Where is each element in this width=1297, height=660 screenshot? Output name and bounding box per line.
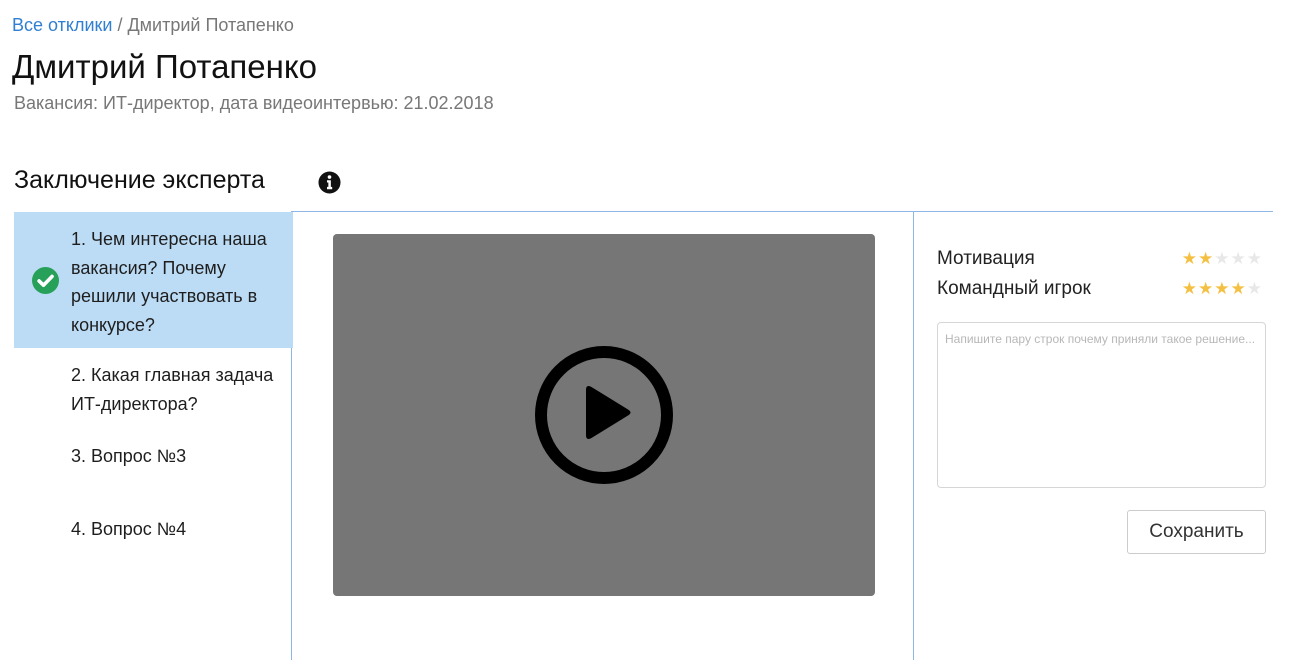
rating-motivation: Мотивация ★ ★ ★ ★ ★	[937, 247, 1262, 271]
star-icon[interactable]: ★	[1198, 279, 1213, 298]
info-circle-icon[interactable]	[318, 171, 341, 194]
question-item-2[interactable]: 2. Какая главная задача ИТ-директора?	[14, 348, 293, 420]
content-divider-top	[291, 211, 1273, 212]
star-icon[interactable]: ★	[1214, 249, 1229, 268]
star-icon[interactable]: ★	[1231, 249, 1246, 268]
video-player[interactable]	[333, 234, 875, 596]
question-item-1[interactable]: 1. Чем интересна наша вакансия? Почему р…	[14, 212, 293, 348]
rating-label: Мотивация	[937, 248, 1035, 269]
content-divider-right	[913, 211, 914, 660]
save-button[interactable]: Сохранить	[1127, 510, 1266, 554]
breadcrumb-separator: /	[112, 15, 128, 35]
star-icon[interactable]: ★	[1182, 249, 1197, 268]
star-icon[interactable]: ★	[1182, 279, 1197, 298]
breadcrumb: Все отклики / Дмитрий Потапенко	[12, 15, 294, 36]
star-rating[interactable]: ★ ★ ★ ★ ★	[1182, 279, 1262, 298]
question-label: 3. Вопрос №3	[71, 446, 187, 466]
check-circle-icon	[32, 267, 59, 294]
question-label: 4. Вопрос №4	[71, 519, 187, 539]
star-icon[interactable]: ★	[1247, 249, 1262, 268]
breadcrumb-current: Дмитрий Потапенко	[127, 15, 294, 35]
question-item-3[interactable]: 3. Вопрос №3	[14, 430, 293, 480]
question-item-4[interactable]: 4. Вопрос №4	[14, 504, 293, 554]
section-title: Заключение эксперта	[14, 166, 265, 194]
star-rating[interactable]: ★ ★ ★ ★ ★	[1182, 249, 1262, 268]
comment-textarea[interactable]	[937, 322, 1266, 488]
question-label: 1. Чем интересна наша вакансия? Почему р…	[71, 229, 267, 335]
play-icon[interactable]	[534, 345, 674, 485]
star-icon[interactable]: ★	[1214, 279, 1229, 298]
breadcrumb-link-all-responses[interactable]: Все отклики	[12, 15, 112, 35]
rating-label: Командный игрок	[937, 278, 1091, 299]
rating-team-player: Командный игрок ★ ★ ★ ★ ★	[937, 277, 1262, 301]
star-icon[interactable]: ★	[1231, 279, 1246, 298]
vacancy-details: Вакансия: ИТ-директор, дата видеоинтервь…	[14, 93, 494, 113]
question-label: 2. Какая главная задача ИТ-директора?	[71, 365, 274, 414]
star-icon[interactable]: ★	[1247, 279, 1262, 298]
page-title: Дмитрий Потапенко	[12, 48, 318, 85]
star-icon[interactable]: ★	[1198, 249, 1213, 268]
